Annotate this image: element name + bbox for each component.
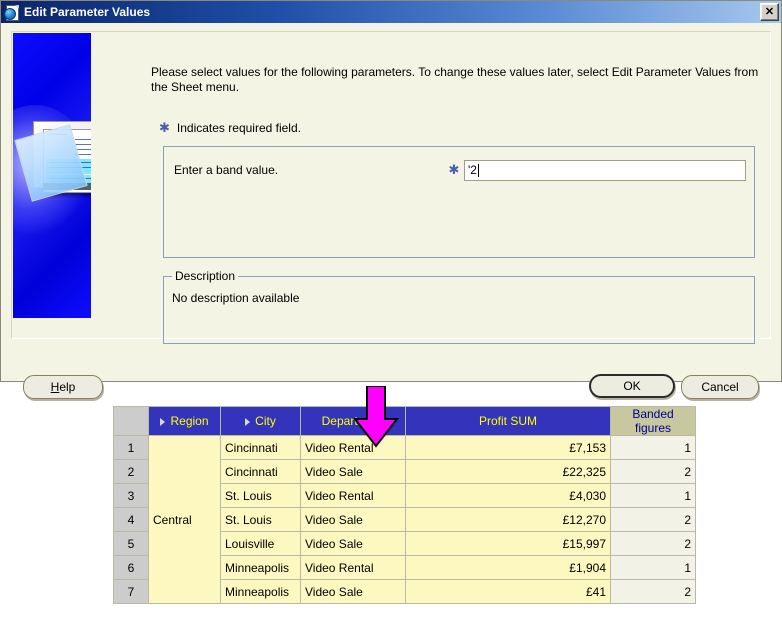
row-number-header[interactable]: 1 bbox=[113, 435, 149, 460]
document-globe-icon bbox=[4, 4, 20, 21]
results-table: Region City Department Profit SUM Banded… bbox=[113, 406, 696, 604]
ok-button[interactable]: OK bbox=[589, 374, 675, 398]
required-field-note: ✱ Indicates required field. bbox=[159, 121, 301, 135]
torn-edge-mask bbox=[110, 604, 720, 628]
dialog-banner-image bbox=[13, 33, 91, 318]
column-header-region-label: Region bbox=[170, 414, 209, 428]
drill-arrow-icon[interactable] bbox=[245, 417, 251, 426]
column-header-city-label: City bbox=[255, 414, 276, 428]
row-number-header[interactable]: 6 bbox=[113, 555, 149, 580]
drill-arrow-icon[interactable] bbox=[160, 417, 166, 426]
cell-profit[interactable]: £4,030 bbox=[405, 483, 611, 508]
column-header-region[interactable]: Region bbox=[148, 406, 221, 436]
cell-profit[interactable]: £1,904 bbox=[405, 555, 611, 580]
cell-profit[interactable]: £7,153 bbox=[405, 435, 611, 460]
down-arrow-annotation-icon bbox=[352, 386, 400, 448]
cell-profit[interactable]: £12,270 bbox=[405, 507, 611, 532]
cell-banded[interactable]: 1 bbox=[610, 435, 696, 460]
cancel-button[interactable]: Cancel bbox=[681, 375, 759, 399]
edit-parameter-values-dialog: Edit Parameter Values ✕ Please select va… bbox=[0, 0, 782, 399]
table-header-row: Region City Department Profit SUM Banded… bbox=[113, 406, 696, 436]
table-row[interactable]: 1 Central Cincinnati Video Rental £7,153 1 bbox=[113, 435, 696, 604]
parameter-row-band-value: Enter a band value. ✱ '2 bbox=[174, 159, 746, 181]
grid-corner-cell bbox=[113, 406, 149, 436]
cell-city[interactable]: Minneapolis bbox=[220, 555, 301, 580]
text-caret bbox=[477, 163, 479, 177]
cell-city[interactable]: Cincinnati bbox=[220, 435, 301, 460]
cell-banded[interactable]: 2 bbox=[610, 531, 696, 556]
cell-department[interactable]: Video Sale bbox=[300, 507, 406, 532]
cell-city[interactable]: St. Louis bbox=[220, 507, 301, 532]
help-button[interactable]: Help bbox=[23, 375, 103, 399]
banded-label-line1: Banded bbox=[632, 407, 674, 421]
cell-department[interactable]: Video Sale bbox=[300, 531, 406, 556]
dialog-titlebar[interactable]: Edit Parameter Values ✕ bbox=[1, 1, 781, 23]
cell-profit[interactable]: £22,325 bbox=[405, 459, 611, 484]
cell-banded[interactable]: 2 bbox=[610, 459, 696, 484]
dialog-instructions: Please select values for the following p… bbox=[151, 65, 759, 94]
help-button-label: elp bbox=[59, 380, 76, 394]
cell-banded[interactable]: 2 bbox=[610, 507, 696, 532]
band-value-input[interactable]: '2 bbox=[464, 159, 746, 181]
dialog-body: Please select values for the following p… bbox=[1, 23, 781, 399]
cell-department[interactable]: Video Sale bbox=[300, 459, 406, 484]
results-grid: Region City Department Profit SUM Banded… bbox=[113, 406, 696, 604]
row-number-header[interactable]: 3 bbox=[113, 483, 149, 508]
column-header-profit-sum-label: Profit SUM bbox=[478, 414, 537, 428]
parameter-required-asterisk-icon: ✱ bbox=[448, 162, 460, 177]
cell-banded[interactable]: 1 bbox=[610, 483, 696, 508]
row-number-header[interactable]: 4 bbox=[113, 507, 149, 532]
banded-label-line2: figures bbox=[634, 421, 672, 435]
cell-city[interactable]: Louisville bbox=[220, 531, 301, 556]
description-text: No description available bbox=[172, 291, 300, 305]
close-icon[interactable]: ✕ bbox=[760, 3, 779, 21]
required-field-text: Indicates required field. bbox=[176, 121, 301, 135]
dialog-title: Edit Parameter Values bbox=[24, 5, 151, 19]
cell-city[interactable]: Cincinnati bbox=[220, 459, 301, 484]
column-header-banded-figures[interactable]: Banded figures bbox=[610, 406, 696, 436]
cell-region[interactable]: Central bbox=[148, 435, 221, 604]
column-header-city[interactable]: City bbox=[220, 406, 301, 436]
row-number-header[interactable]: 2 bbox=[113, 459, 149, 484]
cell-department[interactable]: Video Rental bbox=[300, 483, 406, 508]
parameters-panel: Enter a band value. ✱ '2 bbox=[163, 146, 755, 258]
column-header-profit-sum[interactable]: Profit SUM bbox=[405, 406, 611, 436]
cell-city[interactable]: St. Louis bbox=[220, 483, 301, 508]
table-body: 1 Central Cincinnati Video Rental £7,153 1 2 Ci… bbox=[113, 435, 696, 604]
band-value-input-text: '2 bbox=[468, 163, 477, 177]
description-legend: Description bbox=[172, 269, 239, 283]
parameter-label: Enter a band value. bbox=[174, 163, 279, 177]
cell-department[interactable]: Video Rental bbox=[300, 555, 406, 580]
cell-profit[interactable]: £15,997 bbox=[405, 531, 611, 556]
required-asterisk-icon: ✱ bbox=[159, 120, 170, 135]
row-number-header[interactable]: 5 bbox=[113, 531, 149, 556]
cell-banded[interactable]: 1 bbox=[610, 555, 696, 580]
description-group: Description No description available bbox=[163, 269, 755, 344]
